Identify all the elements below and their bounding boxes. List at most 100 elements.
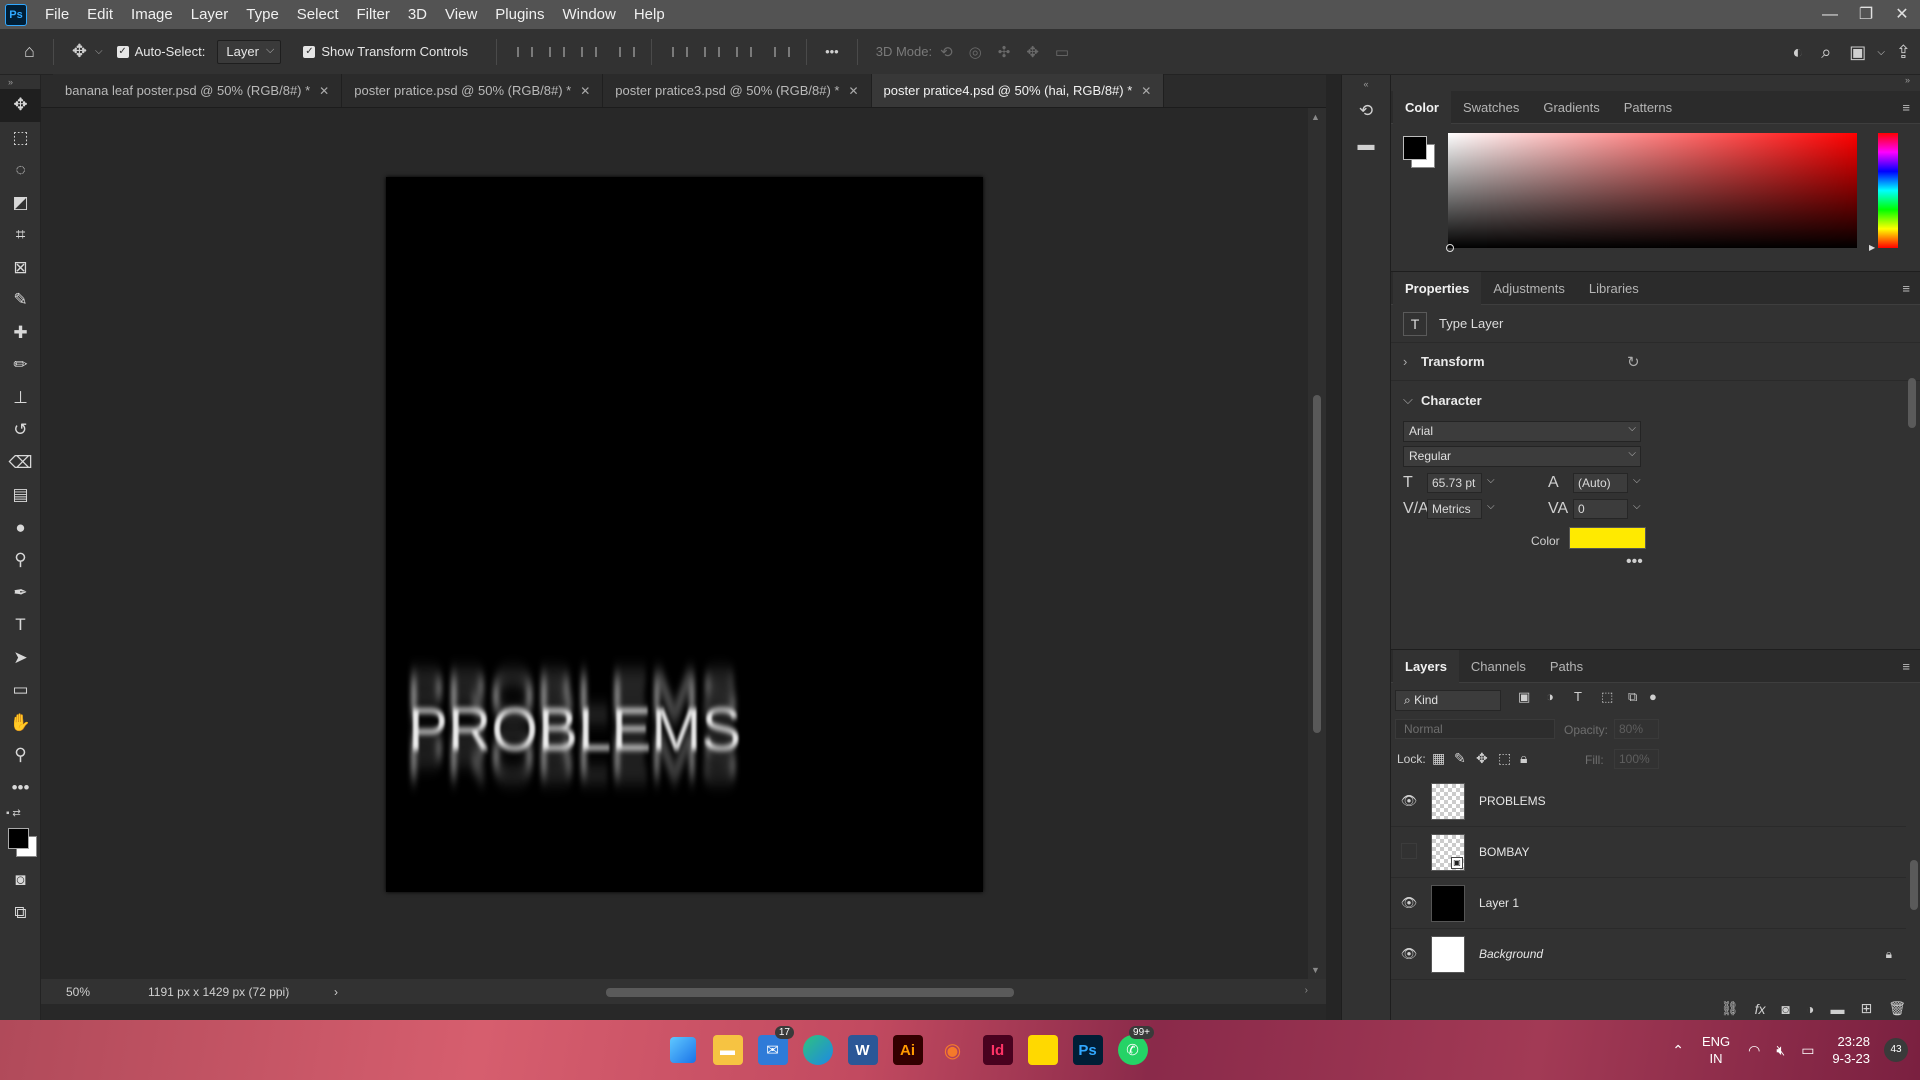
chevron-down-icon[interactable]: ⌵ [95,46,103,57]
quick-mask-icon[interactable]: ◙ [0,864,41,897]
scroll-left-icon[interactable]: ‹ [286,985,289,996]
word-icon[interactable]: W [840,1028,885,1072]
menu-help[interactable]: Help [625,0,674,29]
chevron-up-icon[interactable]: ⌃ [1672,1042,1684,1059]
collapse-icon[interactable]: » [0,75,40,89]
search-icon[interactable]: ⌕ [1821,42,1831,63]
3d-pan-icon[interactable]: ✣ [998,43,1011,61]
lock-transparency-icon[interactable]: ▦ [1432,750,1445,767]
healing-brush-tool-icon[interactable]: ✚ [0,317,41,350]
chevron-down-icon[interactable]: ⌵ [1487,501,1495,512]
tab-properties[interactable]: Properties [1393,271,1482,305]
adjustment-filter-icon[interactable]: ◑ [1546,689,1554,704]
scroll-up-icon[interactable]: ▲ [1311,112,1320,122]
foreground-color[interactable] [8,828,29,849]
whatsapp-icon[interactable]: ✆ 99+ [1110,1026,1155,1072]
document-tab-active[interactable]: poster pratice4.psd @ 50% (hai, RGB/8#) … [871,74,1165,107]
chevron-right-icon[interactable]: › [334,985,338,999]
vertical-scrollbar[interactable]: ▲ ▼ [1308,108,1326,979]
properties-scrollbar[interactable] [1908,368,1916,578]
zoom-tool-icon[interactable]: ⚲ [0,739,41,772]
smart-object-filter-icon[interactable]: ⧉ [1628,689,1637,705]
file-explorer-icon[interactable]: ▬ [705,1028,750,1072]
align-middle-icon[interactable] [702,44,721,60]
scroll-thumb[interactable] [606,988,1014,997]
layer-name[interactable]: Layer 1 [1479,896,1519,910]
lock-artboard-icon[interactable]: ⬚ [1498,750,1511,767]
eyedropper-tool-icon[interactable]: ✎ [0,284,41,317]
align-center-icon[interactable] [547,44,566,60]
scroll-right-icon[interactable]: › [1305,985,1308,996]
leading-input[interactable]: (Auto) [1573,473,1628,493]
pen-tool-icon[interactable]: ✒ [0,577,41,610]
show-transform-checkbox[interactable]: ✓ Show Transform Controls [303,44,468,59]
close-icon[interactable]: ✕ [1141,84,1151,98]
history-icon[interactable]: ⟲ [1345,95,1387,127]
collapse-icon[interactable]: « [1342,79,1390,93]
color-marker[interactable] [1446,244,1454,252]
distribute-icon[interactable] [617,44,636,60]
align-left-icon[interactable] [515,44,534,60]
chevron-down-icon[interactable]: ⌵ [1487,475,1495,486]
zoom-level[interactable]: 50% [41,985,103,999]
kind-filter-select[interactable]: ⌕ Kind [1395,690,1501,711]
history-brush-tool-icon[interactable]: ↺ [0,414,41,447]
lasso-tool-icon[interactable]: ◌ [0,154,41,187]
hand-tool-icon[interactable]: ✋ [0,707,41,740]
color-field[interactable] [1448,133,1857,248]
panel-menu-icon[interactable]: ≡ [1902,100,1910,115]
language-indicator[interactable]: ENG IN [1702,1033,1730,1067]
visibility-eye-icon[interactable]: 👁︎ [1393,946,1425,962]
close-icon[interactable]: ✕ [319,84,329,98]
sticky-notes-icon[interactable] [1020,1028,1065,1072]
document-info[interactable]: 1191 px x 1429 px (72 ppi) [148,985,328,999]
layer-name[interactable]: PROBLEMS [1479,794,1546,808]
rectangle-tool-icon[interactable]: ▭ [0,674,41,707]
chevron-right-icon[interactable]: › [1403,354,1421,369]
crop-tool-icon[interactable]: ⌗ [0,219,41,252]
lock-pixels-icon[interactable]: ✎ [1454,750,1466,767]
menu-filter[interactable]: Filter [348,0,399,29]
illustrator-icon[interactable]: Ai [885,1028,930,1072]
document-canvas[interactable]: PROBLEMS PROBLEMS PROBLEMS [386,177,983,892]
visibility-eye-icon[interactable]: 👁︎ [1393,895,1425,911]
chevron-down-icon[interactable]: ⌵ [1877,47,1885,58]
type-filter-icon[interactable]: T [1574,689,1582,704]
hue-arrow-icon[interactable]: ▶ [1869,243,1875,252]
shape-filter-icon[interactable]: ⬚ [1601,689,1613,705]
tracking-input[interactable]: 0 [1573,499,1628,519]
horizontal-scrollbar[interactable]: ‹ › [286,985,1308,998]
home-icon[interactable]: ⌂ [24,41,35,62]
panel-menu-icon[interactable]: ≡ [1902,281,1910,296]
font-size-input[interactable]: 65.73 pt [1427,473,1482,493]
chevron-down-icon[interactable]: ⌵ [1633,501,1641,512]
character-section[interactable]: ⌵ Character [1391,381,1920,419]
gradient-tool-icon[interactable]: ▤ [0,479,41,512]
more-tools-icon[interactable]: ••• [0,772,41,805]
close-icon[interactable]: ✕ [1884,0,1920,29]
lock-all-icon[interactable]: 🔒︎ [1520,750,1527,767]
layers-scrollbar[interactable] [1910,800,1918,980]
adjustment-layer-icon[interactable]: ◑ [1806,1001,1814,1017]
text-color-swatch[interactable] [1569,527,1646,549]
battery-icon[interactable]: ▭ [1801,1042,1814,1059]
document-tab[interactable]: poster pratice.psd @ 50% (RGB/8#) * ✕ [342,74,604,107]
align-right-icon[interactable] [579,44,598,60]
tab-layers[interactable]: Layers [1393,649,1459,683]
image-filter-icon[interactable]: ▣ [1518,689,1530,705]
edge-icon[interactable] [795,1028,840,1072]
fill-input[interactable]: 100% [1614,749,1659,769]
chevron-down-icon[interactable]: ⌵ [1633,475,1641,486]
menu-layer[interactable]: Layer [182,0,238,29]
document-tab[interactable]: banana leaf poster.psd @ 50% (RGB/8#) * ✕ [53,74,343,107]
font-family-select[interactable]: Arial [1403,419,1641,442]
tab-swatches[interactable]: Swatches [1451,91,1531,124]
swap-colors-icon[interactable]: ▪ ⇄ [6,808,21,819]
clock[interactable]: 23:28 9-3-23 [1832,1033,1870,1067]
menu-file[interactable]: File [36,0,78,29]
menu-3d[interactable]: 3D [399,0,436,29]
menu-edit[interactable]: Edit [78,0,122,29]
clone-stamp-tool-icon[interactable]: ⊥ [0,382,41,415]
wifi-icon[interactable]: ◠ [1748,1042,1760,1059]
visibility-eye-icon[interactable]: 👁︎ [1393,793,1425,809]
